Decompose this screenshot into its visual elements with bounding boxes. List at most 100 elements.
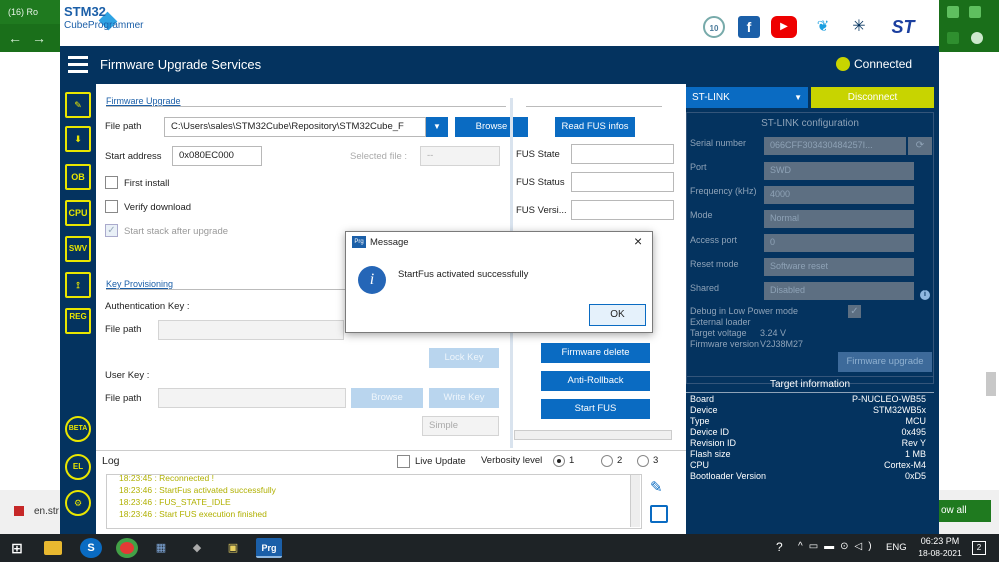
probe-selector[interactable]: ST-LINK ▼ [686, 87, 808, 108]
show-all-button[interactable]: ow all [939, 500, 991, 522]
start-stack-checkbox[interactable]: ✓ [105, 224, 118, 237]
verbosity-3-radio[interactable] [637, 455, 649, 467]
youtube-icon[interactable]: ▶ [771, 16, 797, 38]
folder-icon[interactable] [44, 541, 62, 555]
access-port-label: Access port [690, 235, 738, 245]
reg-icon[interactable]: REG [65, 308, 91, 334]
log-scrollbar[interactable] [630, 475, 640, 527]
mode-select: Normal [764, 210, 914, 228]
browser-tab[interactable]: (16) Ro [8, 2, 60, 22]
fus-status-label: FUS Status [516, 177, 565, 188]
swv-icon[interactable]: SWV [65, 236, 91, 262]
verbosity-2-radio[interactable] [601, 455, 613, 467]
start-fus-button[interactable]: Start FUS [541, 399, 650, 419]
port-label: Port [690, 162, 707, 172]
reset-mode-select: Software reset [764, 258, 914, 276]
target-info-row: Revision ID Rev Y [690, 438, 926, 448]
firmware-delete-button[interactable]: Firmware delete [541, 343, 650, 363]
shared-label: Shared [690, 283, 720, 293]
download-icon[interactable]: ⬇ [65, 126, 91, 152]
serial-number-label: Serial number [690, 138, 747, 148]
notifications-icon[interactable]: 2 [972, 541, 986, 555]
divider [106, 106, 506, 107]
info-icon[interactable]: i [920, 290, 930, 300]
back-icon[interactable]: ← [8, 30, 32, 46]
language-indicator[interactable]: ENG [886, 542, 907, 553]
log-output[interactable]: 18:23:45 : Reconnected ! 18:23:46 : Star… [106, 474, 642, 529]
maximize-icon[interactable] [969, 6, 981, 18]
target-info-row: Bootloader Version 0xD5 [690, 471, 926, 481]
cpu-icon[interactable]: CPU [65, 200, 91, 226]
settings-icon[interactable]: ⚙ [65, 490, 91, 516]
browse-button[interactable]: Browse [455, 117, 528, 137]
verbosity-1-label: 1 [569, 455, 575, 466]
firmware-version-value: V2J38M27 [760, 339, 804, 349]
info-icon: i [358, 266, 386, 294]
rss-icon[interactable]: ⟟ [65, 272, 91, 298]
horizontal-scrollbar[interactable] [514, 430, 672, 440]
file-path-input[interactable]: C:\Users\sales\STM32Cube\Repository\STM3… [164, 117, 426, 137]
browser-tab-title: (16) Ro [8, 7, 39, 17]
file-path-dropdown-icon[interactable]: ▼ [426, 117, 448, 137]
stlink-config-title: ST-LINK configuration [761, 118, 859, 129]
target-info-row: Device STM32WB5x [690, 405, 926, 415]
verbosity-1-radio[interactable] [553, 455, 565, 467]
close-icon[interactable]: × [634, 233, 642, 249]
help-icon[interactable]: ? [776, 540, 783, 554]
mode-label: Mode [690, 210, 713, 220]
forward-icon[interactable]: → [32, 30, 56, 46]
download-item-label[interactable]: en.str [34, 506, 59, 517]
log-title: Log [102, 455, 120, 467]
hamburger-menu-icon[interactable] [68, 56, 88, 59]
profile-icon[interactable] [971, 32, 983, 44]
network-icon[interactable]: ✳ [848, 16, 870, 38]
clear-log-icon[interactable]: ✎ [650, 479, 668, 497]
twitter-icon[interactable]: ❦ [812, 16, 834, 38]
tray-icons[interactable]: ^▭▬⊙◁) [798, 541, 878, 552]
clock-time[interactable]: 06:23 PM [916, 536, 964, 546]
dialog-title: Message [370, 237, 409, 248]
page-scrollbar[interactable] [986, 372, 996, 396]
fus-version-input[interactable] [571, 200, 674, 220]
st-logo[interactable]: ST [880, 16, 926, 38]
prg-icon[interactable]: Prg [256, 538, 282, 558]
fus-status-input[interactable] [571, 172, 674, 192]
disconnect-button[interactable]: Disconnect [811, 87, 934, 108]
page-title: Firmware Upgrade Services [100, 57, 262, 72]
save-log-icon[interactable] [650, 505, 668, 523]
virtualbox-icon[interactable]: ▦ [150, 538, 172, 558]
windows-icon[interactable]: ⊞ [6, 538, 28, 558]
target-voltage-value: 3.24 V [760, 328, 787, 338]
anti-rollback-button[interactable]: Anti-Rollback [541, 371, 650, 391]
reset-mode-label: Reset mode [690, 259, 739, 269]
el-icon[interactable]: EL [65, 454, 91, 480]
external-loader-label: External loader [690, 317, 751, 327]
ob-icon[interactable]: OB [65, 164, 91, 190]
selected-file-input: -- [420, 146, 500, 166]
anniversary-icon[interactable]: 10 [703, 16, 725, 38]
beta-icon[interactable]: BETA [65, 416, 91, 442]
s-icon[interactable]: S [80, 538, 102, 558]
extension-icon[interactable] [947, 32, 959, 44]
app2-icon[interactable]: ▣ [222, 538, 244, 558]
auth-key-label: Authentication Key : [105, 301, 190, 312]
first-install-checkbox[interactable] [105, 176, 118, 189]
ok-button[interactable]: OK [589, 304, 646, 326]
edit-icon[interactable]: ✎ [65, 92, 91, 118]
facebook-icon[interactable]: f [738, 16, 760, 38]
start-address-input[interactable]: 0x080EC000 [172, 146, 262, 166]
live-update-checkbox[interactable] [397, 455, 410, 468]
clock-date[interactable]: 18-08-2021 [914, 548, 966, 558]
logo-stm32: STM32 [64, 4, 106, 19]
lock-key-button: Lock Key [429, 348, 499, 368]
minimize-icon[interactable] [947, 6, 959, 18]
log-line: 18:23:46 : Start FUS execution finished [119, 509, 267, 519]
firmware-upgrade-title: Firmware Upgrade [106, 96, 181, 106]
serial-number-select: 066CFF303430484257I... [764, 137, 906, 155]
app1-icon[interactable]: ◆ [186, 538, 208, 558]
chrome-icon[interactable] [116, 538, 138, 558]
fus-state-input[interactable] [571, 144, 674, 164]
verify-download-checkbox[interactable] [105, 200, 118, 213]
target-info-title: Target information [769, 379, 851, 390]
read-fus-infos-button[interactable]: Read FUS infos [555, 117, 635, 137]
